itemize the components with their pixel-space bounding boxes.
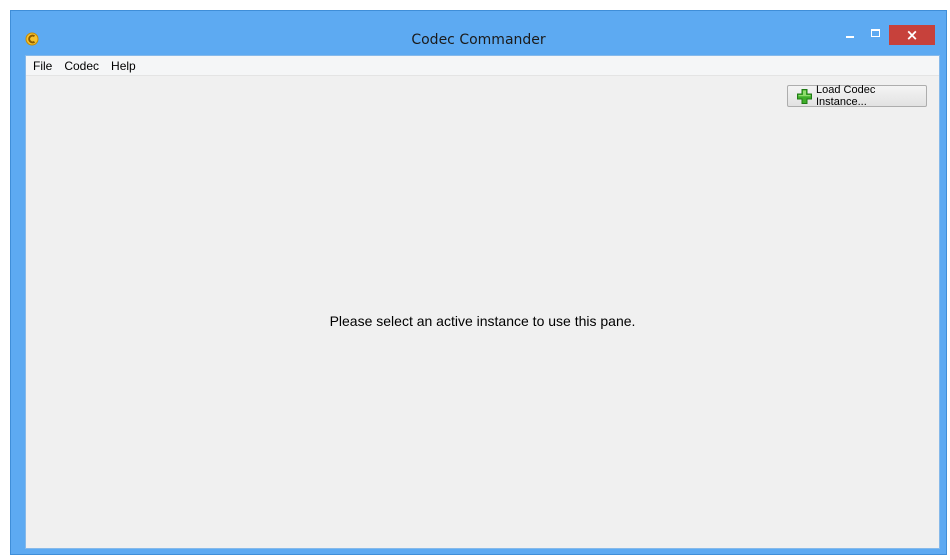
close-button[interactable]: × xyxy=(889,25,935,45)
window-controls: × xyxy=(837,25,935,45)
menu-help[interactable]: Help xyxy=(105,57,142,75)
client-area: File Codec Help Load Codec Instance... P… xyxy=(25,55,940,549)
empty-pane-message: Please select an active instance to use … xyxy=(329,313,636,329)
minimize-button[interactable] xyxy=(837,25,863,45)
app-window: Codec Commander × File Codec Help Load C… xyxy=(10,10,947,555)
close-icon: × xyxy=(905,26,919,44)
minimize-icon xyxy=(846,36,854,38)
load-codec-instance-button[interactable]: Load Codec Instance... xyxy=(787,84,927,108)
load-codec-instance-label: Load Codec Instance... xyxy=(816,84,876,108)
window-title: Codec Commander xyxy=(411,32,546,48)
menu-codec[interactable]: Codec xyxy=(58,57,105,75)
green-plus-icon xyxy=(797,88,812,104)
menu-file[interactable]: File xyxy=(26,57,58,75)
maximize-button[interactable] xyxy=(863,25,889,45)
menu-bar: File Codec Help xyxy=(26,56,939,76)
title-bar[interactable]: Codec Commander × xyxy=(11,11,946,55)
maximize-icon xyxy=(871,29,880,37)
